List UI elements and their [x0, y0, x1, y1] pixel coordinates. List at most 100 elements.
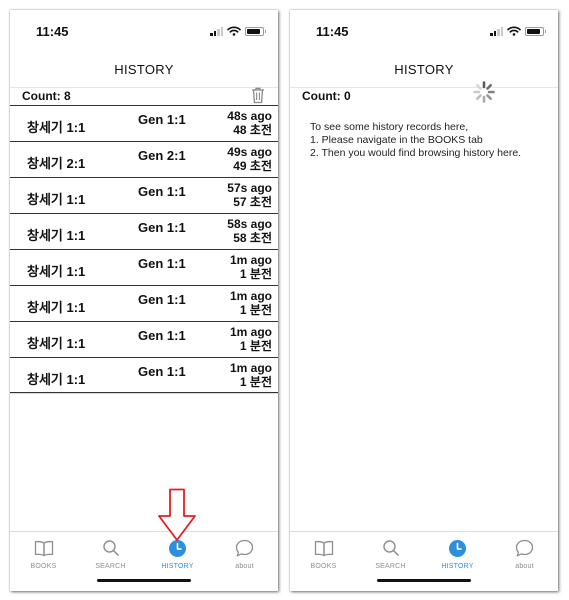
tab-search-label: SEARCH [95, 563, 126, 570]
row-english-ref: Gen 1:1 [138, 292, 186, 307]
tab-books[interactable]: BOOKS [290, 532, 357, 591]
row-time-english: 1m ago [229, 253, 272, 267]
history-row[interactable]: 창세기 1:1 Gen 1:1 1m ago 1 분전 [10, 249, 278, 285]
tab-books-label: BOOKS [30, 563, 57, 570]
history-count: Count: 0 [302, 89, 351, 103]
tab-about[interactable]: about [211, 532, 278, 591]
page-title: HISTORY [290, 52, 558, 88]
empty-message-line: 2. Then you would find browsing history … [310, 147, 522, 159]
empty-history-message: To see some history records here, 1. Ple… [310, 121, 521, 160]
empty-message-line: 1. Please navigate in the BOOKS tab [310, 134, 483, 146]
row-timestamp: 49s ago 49 초전 [227, 145, 272, 173]
history-row[interactable]: 창세기 1:1 Gen 1:1 1m ago 1 분전 [10, 285, 278, 321]
row-english-ref: Gen 1:1 [138, 364, 186, 379]
status-icons [490, 26, 546, 36]
status-time: 11:45 [316, 24, 349, 39]
count-row: Count: 8 [10, 86, 278, 104]
row-timestamp: 57s ago 57 초전 [227, 181, 272, 209]
row-timestamp: 48s ago 48 초전 [227, 109, 272, 137]
home-indicator [97, 579, 191, 582]
row-timestamp: 58s ago 58 초전 [227, 217, 272, 245]
row-korean-ref: 창세기 1:1 [27, 228, 86, 243]
status-bar: 11:45 [290, 10, 558, 52]
tab-history[interactable]: HISTORY [424, 532, 491, 591]
tab-bar: BOOKS SEARCH HISTORY about [10, 531, 278, 591]
status-time: 11:45 [36, 24, 69, 39]
row-time-english: 57s ago [227, 181, 272, 195]
annotation-down-arrow-icon [158, 488, 196, 541]
row-time-korean: 1 분전 [239, 267, 272, 281]
search-icon [382, 540, 399, 556]
row-timestamp: 1m ago 1 분전 [230, 289, 272, 317]
row-timestamp: 1m ago 1 분전 [230, 325, 272, 353]
row-time-korean: 1 분전 [239, 339, 272, 353]
row-english-ref: Gen 2:1 [138, 148, 186, 163]
row-english-ref: Gen 1:1 [138, 328, 186, 343]
history-row[interactable]: 창세기 1:1 Gen 1:1 1m ago 1 분전 [10, 357, 278, 393]
row-time-english: 1m ago [229, 289, 272, 303]
tab-search[interactable]: SEARCH [357, 532, 424, 591]
battery-icon [245, 26, 266, 36]
row-english-ref: Gen 1:1 [138, 184, 186, 199]
row-english-ref: Gen 1:1 [138, 220, 186, 235]
page-title: HISTORY [10, 52, 278, 88]
row-time-korean: 1 분전 [239, 375, 272, 389]
wifi-icon [507, 26, 521, 36]
history-row[interactable]: 창세기 2:1 Gen 2:1 49s ago 49 초전 [10, 141, 278, 177]
history-row[interactable]: 창세기 1:1 Gen 1:1 58s ago 58 초전 [10, 213, 278, 249]
clock-icon [449, 539, 466, 557]
tab-search-label: SEARCH [375, 563, 406, 570]
row-korean-ref: 창세기 1:1 [27, 300, 86, 315]
tab-books-label: BOOKS [310, 563, 337, 570]
tab-bar: BOOKS SEARCH HISTORY about [290, 531, 558, 591]
history-count: Count: 8 [22, 89, 71, 103]
tab-about[interactable]: about [491, 532, 558, 591]
cellular-signal-icon [490, 26, 503, 36]
count-row: Count: 0 [290, 88, 558, 104]
history-row[interactable]: 창세기 1:1 Gen 1:1 48s ago 48 초전 [10, 105, 278, 141]
history-row[interactable]: 창세기 1:1 Gen 1:1 1m ago 1 분전 [10, 321, 278, 357]
row-korean-ref: 창세기 1:1 [27, 372, 86, 387]
book-icon [34, 540, 53, 557]
history-row[interactable]: 창세기 1:1 Gen 1:1 57s ago 57 초전 [10, 177, 278, 213]
row-timestamp: 1m ago 1 분전 [230, 253, 272, 281]
row-time-korean: 49 초전 [233, 159, 272, 173]
trash-icon[interactable] [250, 86, 266, 104]
tab-about-label: about [235, 563, 254, 570]
row-time-korean: 57 초전 [233, 195, 272, 209]
row-english-ref: Gen 1:1 [138, 256, 186, 271]
search-icon [102, 540, 119, 556]
row-time-english: 1m ago [229, 325, 272, 339]
row-time-english: 1m ago [229, 361, 272, 375]
row-time-korean: 48 초전 [233, 123, 272, 137]
cellular-signal-icon [210, 26, 223, 36]
tab-search[interactable]: SEARCH [77, 532, 144, 591]
loading-spinner-icon [473, 81, 495, 103]
row-time-korean: 1 분전 [239, 303, 272, 317]
row-time-english: 48s ago [227, 109, 272, 123]
phone-screen-history-list: 11:45 HISTORY Count: 8 창세기 1:1 Gen 1:1 4… [10, 10, 278, 591]
row-english-ref: Gen 1:1 [138, 112, 186, 127]
row-korean-ref: 창세기 1:1 [27, 264, 86, 279]
tab-history-label: HISTORY [161, 563, 194, 570]
row-time-english: 58s ago [227, 217, 272, 231]
empty-message-line: To see some history records here, [310, 121, 469, 133]
row-korean-ref: 창세기 1:1 [27, 336, 86, 351]
row-timestamp: 1m ago 1 분전 [230, 361, 272, 389]
tab-history-label: HISTORY [441, 563, 474, 570]
home-indicator [377, 579, 471, 582]
row-time-english: 49s ago [227, 145, 272, 159]
tab-books[interactable]: BOOKS [10, 532, 77, 591]
row-korean-ref: 창세기 1:1 [27, 192, 86, 207]
battery-icon [525, 26, 546, 36]
history-list: 창세기 1:1 Gen 1:1 48s ago 48 초전 창세기 2:1 Ge… [10, 105, 278, 393]
status-icons [210, 26, 266, 36]
chat-bubble-icon [235, 539, 254, 556]
wifi-icon [227, 26, 241, 36]
status-bar: 11:45 [10, 10, 278, 52]
row-korean-ref: 창세기 1:1 [27, 120, 86, 135]
chat-bubble-icon [515, 539, 534, 556]
phone-screen-history-empty: 11:45 HISTORY Count: 0 To see some histo… [290, 10, 558, 591]
book-icon [314, 540, 333, 557]
tab-about-label: about [515, 563, 534, 570]
